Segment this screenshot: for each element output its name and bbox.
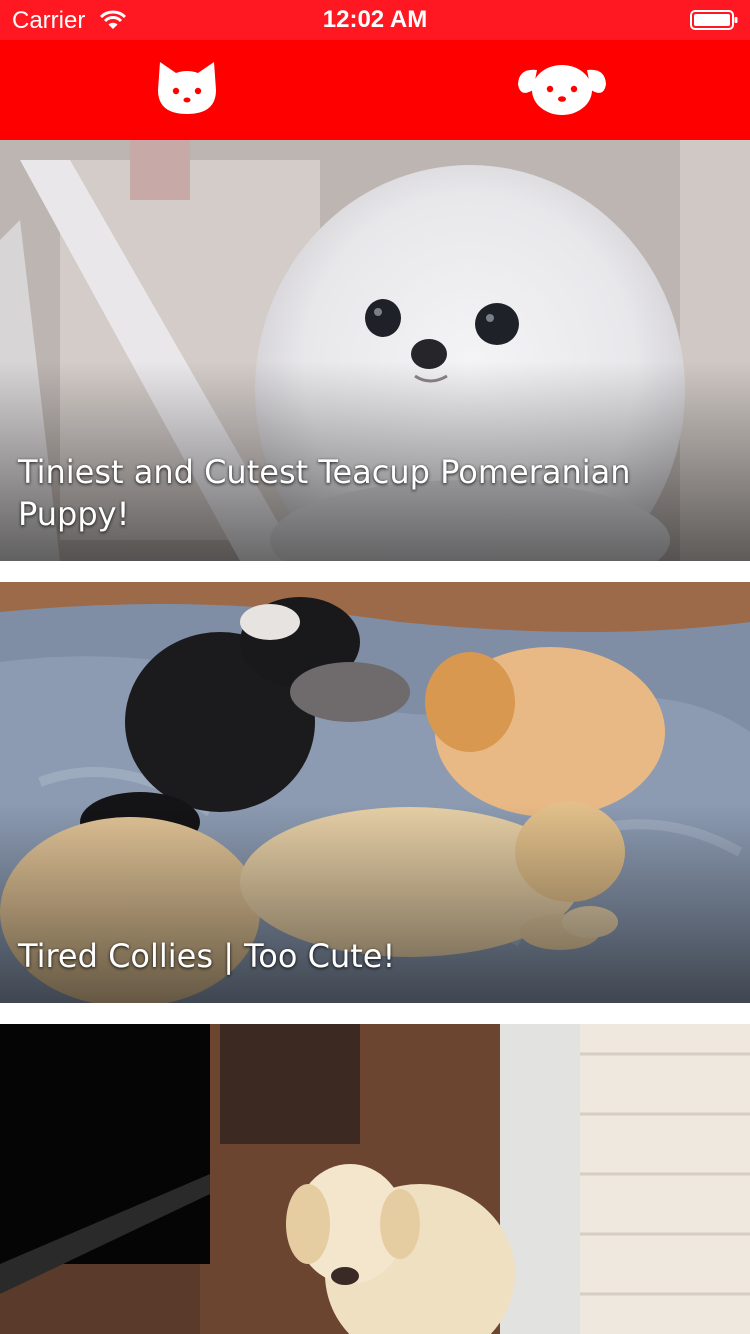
tab-dogs[interactable] (375, 40, 750, 140)
video-card-pomeranian[interactable]: Tiniest and Cutest Teacup Pomeranian Pup… (0, 140, 750, 561)
video-card-collies[interactable]: Tired Collies | Too Cute! (0, 582, 750, 1003)
clock: 12:02 AM (322, 6, 428, 33)
video-thumbnail (0, 1024, 750, 1334)
tab-bar (0, 40, 750, 180)
cat-face-icon (158, 62, 216, 114)
battery-icon (690, 10, 738, 30)
tab-cats[interactable] (0, 40, 375, 140)
video-title: Tiniest and Cutest Teacup Pomeranian Pup… (18, 453, 631, 533)
dog-face-icon (518, 65, 606, 115)
video-title: Tired Collies | Too Cute! (18, 937, 396, 975)
video-card-lab-puppy[interactable] (0, 1024, 750, 1334)
status-bar: Carrier 12:02 AM (0, 0, 750, 40)
